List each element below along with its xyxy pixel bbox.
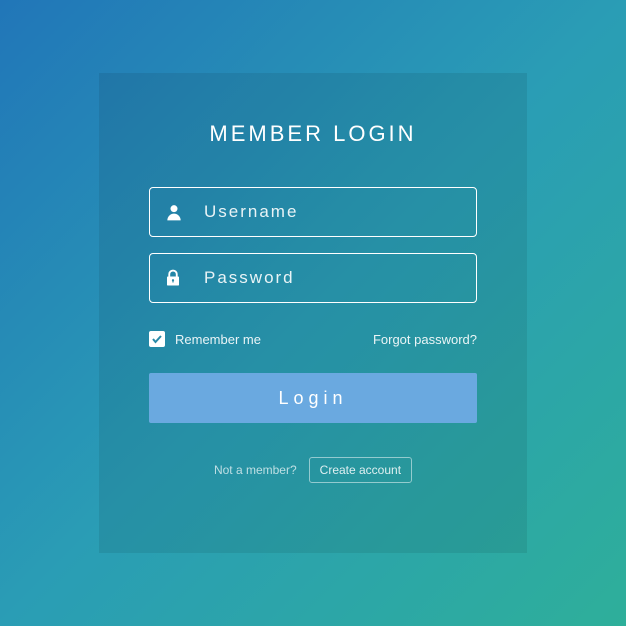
checkmark-icon <box>149 331 165 347</box>
remember-me-checkbox[interactable]: Remember me <box>149 331 261 347</box>
page-title: MEMBER LOGIN <box>209 121 416 147</box>
username-input[interactable] <box>204 202 462 222</box>
forgot-password-link[interactable]: Forgot password? <box>373 332 477 347</box>
not-member-label: Not a member? <box>214 463 297 477</box>
lock-icon <box>164 268 204 288</box>
create-account-button[interactable]: Create account <box>309 457 412 483</box>
password-input[interactable] <box>204 268 462 288</box>
login-button[interactable]: Login <box>149 373 477 423</box>
login-card: MEMBER LOGIN Rem <box>99 73 527 553</box>
password-group[interactable] <box>149 253 477 303</box>
signup-row: Not a member? Create account <box>214 457 412 483</box>
user-icon <box>164 202 204 222</box>
username-group[interactable] <box>149 187 477 237</box>
remember-me-label: Remember me <box>175 332 261 347</box>
options-row: Remember me Forgot password? <box>149 331 477 347</box>
